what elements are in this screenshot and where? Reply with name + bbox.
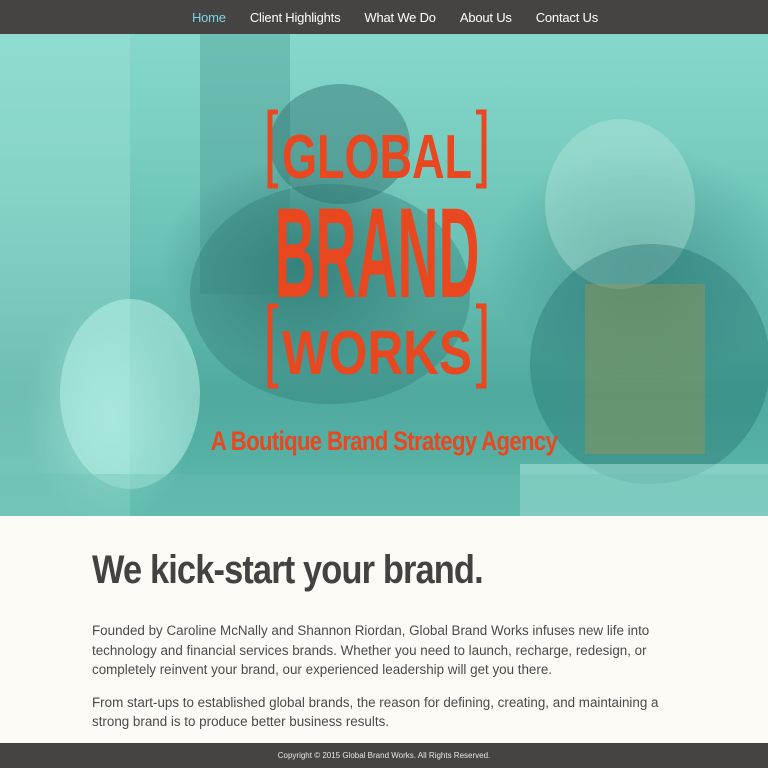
nav-menu: Home Client Highlights What We Do About … xyxy=(170,10,598,25)
results-paragraph: From start-ups to established global bra… xyxy=(92,694,659,730)
site-footer: Copyright © 2015 Global Brand Works. All… xyxy=(0,743,768,768)
top-nav: Home Client Highlights What We Do About … xyxy=(0,0,768,34)
main-content: We kick-start your brand. Founded by Car… xyxy=(92,548,662,732)
nav-home-link[interactable]: Home xyxy=(192,10,226,25)
hero-banner: GLOBAL BRAND WORKS A Boutique Brand Stra… xyxy=(0,34,768,516)
nav-what-we-do-link[interactable]: What We Do xyxy=(364,10,436,25)
hero-tagline: A Boutique Brand Strategy Agency xyxy=(210,426,558,456)
page-headline: We kick-start your brand. xyxy=(92,548,484,592)
nav-contact-us-link[interactable]: Contact Us xyxy=(536,10,599,25)
intro-paragraph: Founded by Caroline McNally and Shannon … xyxy=(92,623,650,677)
nav-about-us-link[interactable]: About Us xyxy=(460,10,512,25)
logo-word-brand: BRAND xyxy=(275,182,480,325)
copyright-text: Copyright © 2015 Global Brand Works. All… xyxy=(277,751,491,760)
global-brand-works-logo: GLOBAL BRAND WORKS xyxy=(267,109,487,389)
nav-client-highlights-link[interactable]: Client Highlights xyxy=(250,10,341,25)
logo-word-works: WORKS xyxy=(282,319,472,388)
